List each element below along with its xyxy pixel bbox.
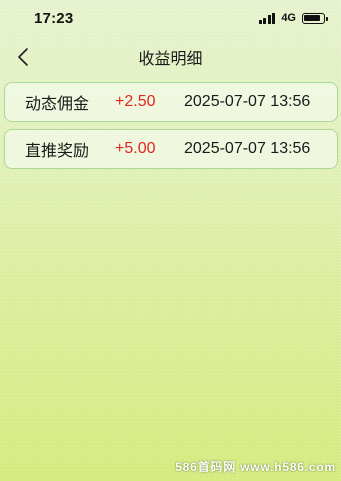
- status-time: 17:23: [34, 9, 74, 27]
- status-bar: 17:23 4G: [0, 0, 341, 36]
- earnings-record[interactable]: 动态佣金 +2.50 2025-07-07 13:56: [4, 82, 338, 122]
- cellular-signal-icon: [258, 12, 276, 24]
- record-amount: +5.00: [115, 140, 156, 157]
- back-button[interactable]: [8, 40, 38, 74]
- battery-icon: [302, 12, 328, 24]
- nav-bar: 收益明细: [0, 38, 341, 76]
- record-amount: +2.50: [115, 93, 156, 110]
- status-indicators: 4G: [258, 12, 328, 24]
- page-title: 收益明细: [138, 51, 203, 68]
- network-type: 4G: [281, 12, 296, 24]
- record-time: 2025-07-07 13:56: [184, 93, 311, 110]
- earnings-record[interactable]: 直推奖励 +5.00 2025-07-07 13:56: [4, 129, 338, 169]
- record-type: 直推奖励: [25, 143, 90, 160]
- battery-level: [304, 14, 321, 22]
- record-time: 2025-07-07 13:56: [184, 140, 311, 157]
- earnings-list: 动态佣金 +2.50 2025-07-07 13:56 直推奖励 +5.00 2…: [4, 82, 338, 176]
- record-type: 动态佣金: [25, 96, 90, 113]
- chevron-left-icon: [18, 48, 28, 66]
- watermark: 586首码网 www.h586.com: [175, 460, 336, 474]
